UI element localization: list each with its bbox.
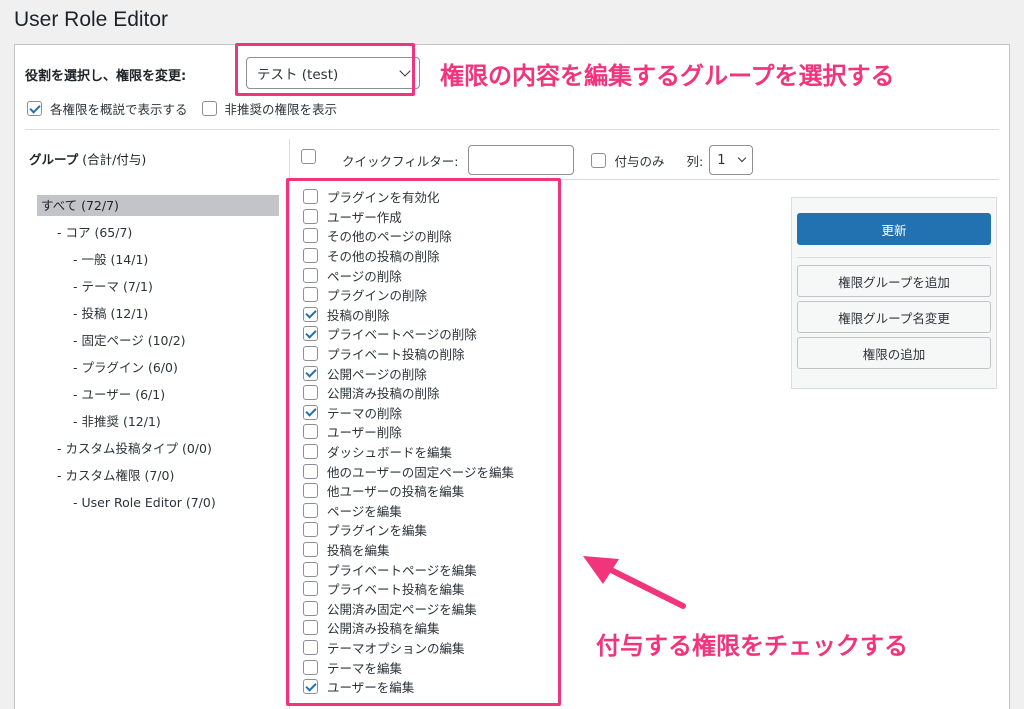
divider	[25, 129, 999, 130]
group-item[interactable]: すべて (72/7)	[37, 195, 279, 216]
groups-header-title: グループ	[29, 152, 79, 167]
quick-filter-input[interactable]	[468, 145, 575, 175]
role-selector-row: 役割を選択し、権限を変更:	[25, 59, 186, 89]
group-item[interactable]: - ユーザー (6/1)	[37, 384, 279, 411]
groups-header-suffix: (合計/付与)	[78, 152, 147, 167]
select-all-checkbox[interactable]	[301, 148, 316, 164]
group-item[interactable]: - プラグイン (6/0)	[37, 357, 279, 384]
group-item[interactable]: - 固定ページ (10/2)	[37, 330, 279, 357]
role-select-highlight	[235, 43, 415, 96]
group-item[interactable]: - コア (65/7)	[37, 222, 279, 249]
check-caps-annotation: 付与する権限をチェックする	[596, 632, 908, 660]
granted-only-label: 付与のみ	[614, 153, 665, 169]
group-list: すべて (72/7) - コア (65/7) - 一般 (14/1) - テーマ (7…	[37, 195, 279, 519]
columns-select[interactable]: 1	[709, 145, 754, 175]
quick-filter-label: クイックフィルター:	[342, 153, 459, 169]
group-item[interactable]: - 投稿 (12/1)	[37, 303, 279, 330]
show-deprecated-label: 非推奨の権限を表示	[224, 102, 338, 117]
columns-label: 列:	[686, 153, 704, 169]
divider	[797, 257, 991, 258]
rename-group-button[interactable]: 権限グループ名変更	[797, 301, 991, 333]
show-deprecated-checkbox[interactable]	[201, 101, 217, 116]
actions-box: 更新 権限グループを追加 権限グループ名変更 権限の追加	[791, 197, 997, 389]
groups-header: グループ (合計/付与)	[29, 149, 146, 168]
show-readable-checkbox[interactable]	[27, 101, 42, 116]
group-item[interactable]: - User Role Editor (7/0)	[37, 492, 279, 519]
group-item[interactable]: - 非推奨 (12/1)	[37, 411, 279, 438]
chevron-down-icon	[737, 153, 747, 163]
update-button[interactable]: 更新	[797, 213, 991, 245]
group-item[interactable]: - テーマ (7/1)	[37, 276, 279, 303]
filter-row: クイックフィルター: 付与のみ 列: 1	[301, 143, 754, 177]
group-item[interactable]: - カスタム投稿タイプ (0/0)	[37, 438, 279, 465]
group-item[interactable]: - 一般 (14/1)	[37, 249, 279, 276]
capability-list-highlight	[286, 178, 561, 706]
role-selector-label: 役割を選択し、権限を変更:	[25, 68, 187, 84]
select-group-annotation: 権限の内容を編集するグループを選択する	[440, 62, 895, 90]
add-group-button[interactable]: 権限グループを追加	[797, 265, 991, 297]
granted-only-checkbox[interactable]	[591, 152, 607, 168]
group-item[interactable]: - カスタム権限 (7/0)	[37, 465, 279, 492]
options-row: 各権限を概説で表示する 非推奨の権限を表示	[27, 99, 337, 118]
show-readable-label: 各権限を概説で表示する	[50, 102, 188, 117]
add-capability-button[interactable]: 権限の追加	[797, 337, 991, 369]
page-title: User Role Editor	[14, 8, 169, 31]
arrow-icon	[583, 556, 686, 609]
columns-select-value: 1	[717, 152, 726, 168]
